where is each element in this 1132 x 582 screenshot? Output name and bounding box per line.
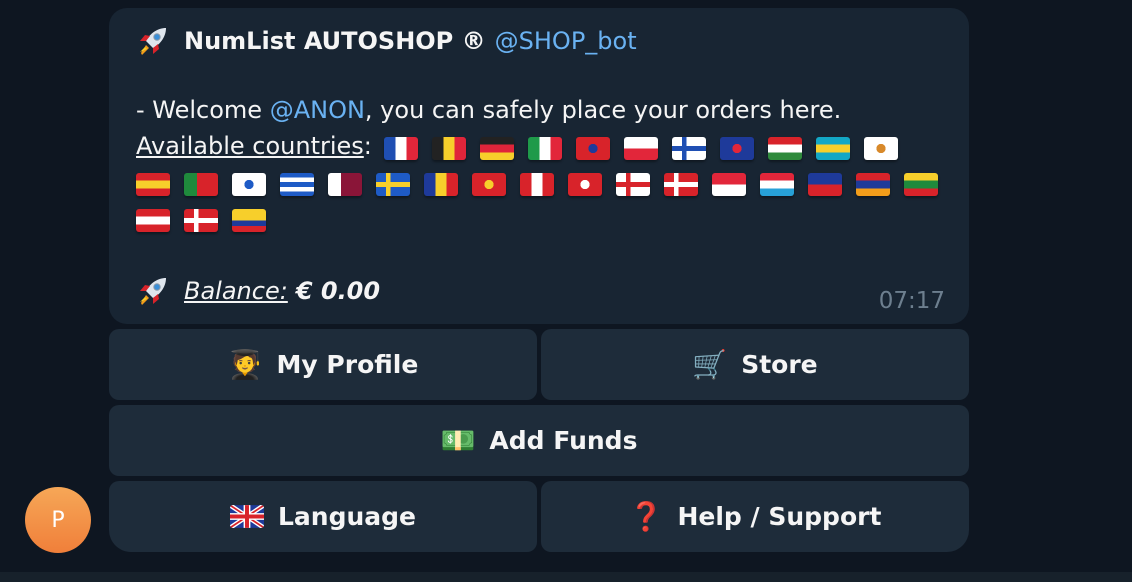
flag-switzerland-icon [568,173,602,196]
message-time: 07:17 [878,288,945,314]
flag-liechtenstein-icon [808,173,842,196]
composer-strip [0,572,1132,582]
flag-sweden-icon [376,173,410,196]
money-icon: 💵 [440,423,476,457]
flag-germany-icon [480,137,514,160]
store-label: Store [741,350,818,379]
help-support-button[interactable]: ❓ Help / Support [541,481,969,552]
message-header: NumList AUTOSHOP ® @SHOP_bot [136,24,637,58]
language-label: Language [277,502,416,531]
flag-austria-icon [136,209,170,232]
user-mention-link[interactable]: @ANON [270,96,365,124]
question-icon: ❓ [628,499,664,533]
flag-cyprus-icon [864,137,898,160]
help-support-label: Help / Support [677,502,882,531]
flag-bahamas-icon [816,137,850,160]
add-funds-label: Add Funds [489,426,638,455]
balance-value: € 0.00 [295,277,381,305]
my-profile-button[interactable]: 🧑‍🎓 My Profile [109,329,537,400]
add-funds-button[interactable]: 💵 Add Funds [109,405,969,476]
flag-norway-icon [184,209,218,232]
flag-greece-icon [280,173,314,196]
bot-message-bubble: NumList AUTOSHOP ® @SHOP_bot - Welcome @… [109,8,969,324]
flag-romania-icon [424,173,458,196]
store-button[interactable]: 🛒 Store [541,329,969,400]
flag-france-icon [384,137,418,160]
flag-canada-icon [520,173,554,196]
uk-flag-icon [229,505,264,528]
flag-vietnam-icon [472,173,506,196]
flag-denmark-icon [664,173,698,196]
bot-username-link[interactable]: @SHOP_bot [495,27,637,55]
balance-line: Balance: € 0.00 [136,274,380,308]
avatar-initial: P [51,507,65,533]
welcome-prefix: - Welcome [136,96,270,124]
welcome-text: - Welcome @ANON, you can safely place yo… [136,96,841,124]
flag-colombia-icon [232,209,266,232]
flag-hungary-icon [768,137,802,160]
cart-icon: 🛒 [692,347,728,381]
rocket-icon [140,28,166,55]
flag-belgium-icon [432,137,466,160]
flag-italy-icon [528,137,562,160]
avatar[interactable]: P [25,487,91,553]
flag-georgia-icon [616,173,650,196]
flag-poland-icon [624,137,658,160]
flag-finland-icon [672,137,706,160]
balance-label: Balance: [184,277,288,305]
flag-armenia-icon [856,173,890,196]
flag-taiwan-icon [576,137,610,160]
country-flags [136,137,956,245]
flag-israel-icon [232,173,266,196]
flag-qatar-icon [328,173,362,196]
flag-lithuania-icon [904,173,938,196]
rocket-icon [140,278,166,305]
flag-australia-icon [720,137,754,160]
flag-luxembourg-icon [760,173,794,196]
flag-spain-icon [136,173,170,196]
student-icon: 🧑‍🎓 [227,347,263,381]
welcome-suffix: , you can safely place your orders here. [364,96,842,124]
language-button[interactable]: Language [109,481,537,552]
flag-singapore-icon [712,173,746,196]
my-profile-label: My Profile [276,350,419,379]
flag-portugal-icon [184,173,218,196]
bot-name: NumList AUTOSHOP ® [184,27,486,55]
